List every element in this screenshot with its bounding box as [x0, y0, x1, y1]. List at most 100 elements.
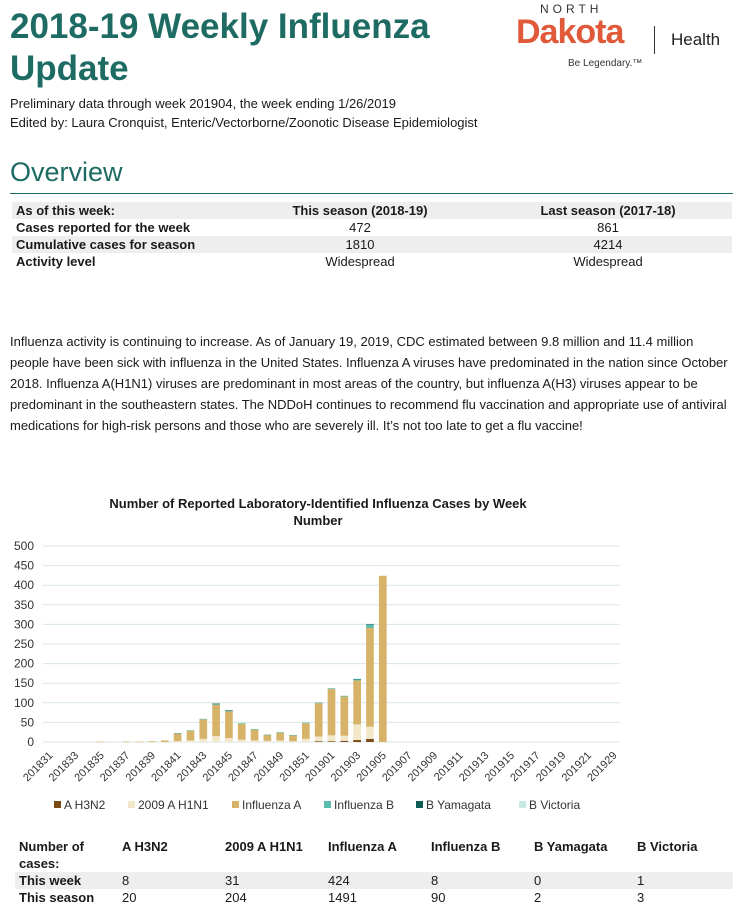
chart-title-line-1: Number of Reported Laboratory-Identified… [109, 496, 527, 511]
header-b-yamagata: B Yamagata [534, 839, 608, 854]
overview-heading: Overview [10, 157, 123, 187]
header-influenza-b: Influenza B [431, 839, 501, 854]
logo-dakota: Dakota [516, 13, 624, 51]
x-axis-ticks: 2018312018332018352018372018392018412018… [21, 750, 620, 784]
bar-segment [366, 627, 374, 727]
bar-segment [263, 734, 272, 741]
bar-segment [212, 736, 220, 742]
cell: 8 [427, 872, 530, 889]
bar-segment [302, 738, 310, 742]
bar-segment [199, 738, 208, 742]
legend-swatch [416, 801, 423, 808]
cell: 204 [225, 890, 247, 905]
nddoh-logo: NORTH Dakota Health Be Legendary.™ [516, 2, 736, 72]
legend-label: 2009 A H1N1 [138, 798, 209, 812]
y-tick-label: 400 [14, 578, 34, 592]
bar-segment [250, 740, 259, 742]
legend-swatch [128, 801, 135, 808]
header-a-h3n2: A H3N2 [122, 839, 168, 854]
legend-swatch [324, 801, 331, 808]
bar-segment [340, 695, 349, 697]
case-counts-table: Number of cases: A H3N2 2009 A H1N1 Infl… [15, 838, 733, 906]
bar-segment [366, 624, 374, 628]
bar-segment [250, 729, 259, 741]
bar-segment [173, 732, 182, 734]
header-number-of-cases: Number of cases: [19, 839, 84, 871]
this-season-value: 472 [349, 220, 371, 235]
last-season-value: Widespread [573, 254, 643, 269]
bar-segment [250, 729, 259, 730]
bar-segment [289, 741, 297, 742]
case-counts-header-row: Number of cases: A H3N2 2009 A H1N1 Infl… [15, 838, 733, 872]
this-season-value: Widespread [325, 254, 395, 269]
bar-segment [314, 703, 323, 737]
cell: 2 [534, 890, 542, 905]
cell: 0 [530, 872, 633, 889]
y-tick-label: 250 [14, 637, 34, 651]
bar-segment [186, 730, 195, 741]
y-tick-label: 50 [21, 715, 35, 729]
bar-segment [314, 702, 323, 704]
bar-segment [225, 711, 233, 739]
overview-col-this-season: This season (2018-19) [236, 202, 484, 219]
cell: 31 [221, 872, 324, 889]
bar-segment [327, 735, 336, 742]
overview-col-label: As of this week: [12, 202, 236, 219]
cell: 8 [118, 872, 221, 889]
legend-swatch [519, 801, 526, 808]
table-row: Cases reported for the week 472 861 [12, 219, 732, 236]
bar-segment [148, 741, 156, 742]
header-b-victoria: B Victoria [637, 839, 698, 854]
bar-segment [263, 740, 272, 742]
last-season-value: 861 [597, 220, 619, 235]
header-influenza-a: Influenza A [328, 839, 397, 854]
overview-divider [10, 193, 733, 194]
cases-by-week-chart: Number of Reported Laboratory-Identified… [14, 496, 620, 812]
cell: 1 [633, 872, 733, 889]
legend-label: Influenza A [242, 798, 301, 812]
bar-segment [225, 710, 233, 711]
chart-legend: A H3N2 2009 A H1N1 Influenza A Influenza B B… [54, 798, 580, 812]
bar-segment [340, 740, 349, 742]
bar-segment [237, 722, 246, 724]
bar-segment [327, 688, 336, 690]
bar-segment [160, 740, 169, 742]
bar-segment [340, 735, 349, 741]
table-row: This week 8 31 424 8 0 1 [15, 872, 733, 889]
row-label: This week [15, 872, 118, 889]
bar-segment [122, 741, 131, 743]
header-2009-a-h1n1: 2009 A H1N1 [225, 839, 303, 854]
bar-segment [353, 680, 361, 725]
page-title: 2018-19 Weekly Influenza Update [10, 7, 430, 88]
bar-segment [96, 741, 105, 743]
bar-segment [314, 736, 323, 742]
this-season-value: 1810 [236, 236, 484, 253]
bar-segment [327, 741, 336, 742]
table-row: Cumulative cases for season 1810 4214 [12, 236, 732, 253]
bar-segment [340, 696, 349, 736]
overview-col-last-season: Last season (2017-18) [484, 202, 732, 219]
chart-bars [96, 575, 387, 743]
row-label: Cumulative cases for season [12, 236, 236, 253]
row-label: Activity level [16, 254, 96, 269]
cell: 1491 [328, 890, 357, 905]
bar-segment [173, 733, 182, 742]
last-season-value: 4214 [484, 236, 732, 253]
bar-segment [289, 735, 297, 742]
logo-health: Health [671, 30, 721, 49]
legend-label: B Victoria [529, 798, 580, 812]
logo-divider [654, 26, 655, 54]
bar-segment [366, 738, 374, 742]
editor-note: Edited by: Laura Cronquist, Enteric/Vect… [10, 115, 478, 130]
bar-segment [237, 723, 246, 740]
y-tick-label: 150 [14, 676, 34, 690]
bar-segment [263, 734, 272, 736]
bar-segment [276, 732, 285, 733]
y-tick-label: 450 [14, 559, 34, 573]
bar-segment [327, 689, 336, 736]
row-label: Cases reported for the week [16, 220, 191, 235]
bar-segment [225, 738, 233, 742]
bar-segment [173, 741, 182, 742]
logo-tagline: Be Legendary.™ [568, 58, 643, 69]
y-tick-label: 0 [27, 735, 34, 749]
